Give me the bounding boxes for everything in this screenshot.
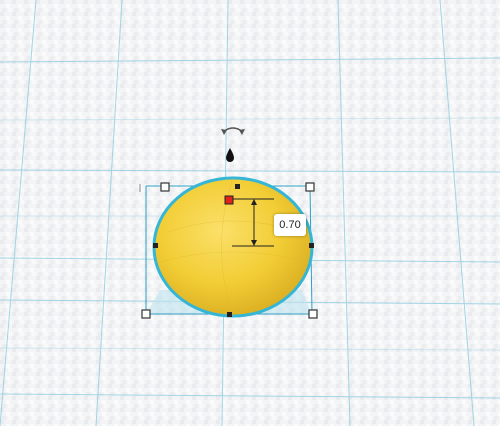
- dimension-value-label[interactable]: 0.70: [274, 214, 306, 236]
- handle-right-center: [309, 243, 314, 248]
- height-handle: [224, 195, 234, 205]
- scene-canvas[interactable]: [0, 0, 500, 426]
- handle-top-right: [305, 182, 315, 192]
- handle-left-center: [153, 243, 158, 248]
- 3d-viewport[interactable]: 0.70: [0, 0, 500, 426]
- handle-bottom-left: [141, 309, 151, 319]
- handle-bottom-center: [227, 312, 232, 317]
- handle-top-left: [160, 182, 170, 192]
- handle-bottom-right: [308, 309, 318, 319]
- handle-top-center: [235, 184, 240, 189]
